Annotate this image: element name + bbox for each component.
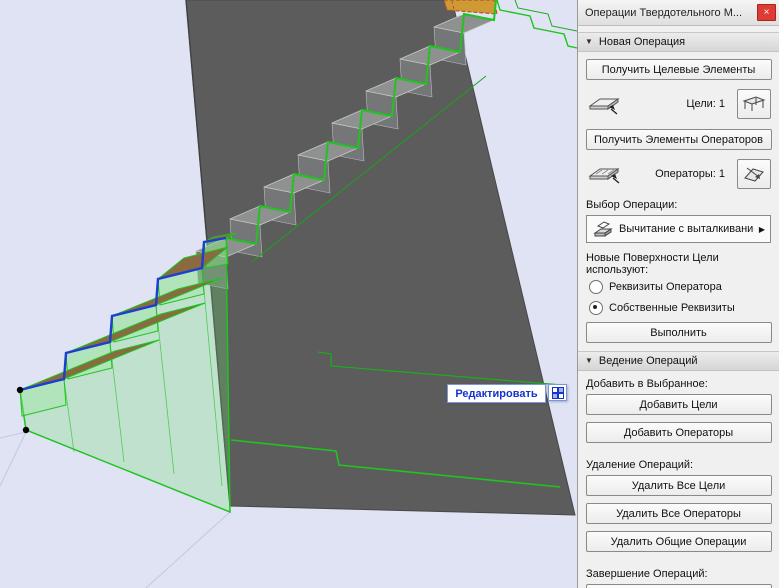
flyout-arrow-icon: [759, 225, 765, 234]
operation-value: Вычитание с выталкивание...: [619, 223, 754, 235]
section-label: Ведение Операций: [598, 355, 698, 367]
operators-row: Операторы: 1: [586, 157, 771, 191]
radio-circle-icon: [589, 280, 603, 294]
targets-icon: [586, 91, 630, 117]
add-to-selection-label: Добавить в Выбранное:: [586, 378, 708, 390]
radio-operator-attributes[interactable]: Реквизиты Оператора: [589, 280, 768, 294]
panel-content: Новая Операция Получить Целевые Элементы…: [578, 26, 779, 588]
radio-label: Собственные Реквизиты: [609, 302, 735, 314]
solid-operations-panel: Операции Твердотельного М... × Новая Опе…: [577, 0, 779, 588]
edit-tooltip: Редактировать: [447, 384, 567, 403]
radio-own-attributes[interactable]: Собственные Реквизиты: [589, 301, 768, 315]
subtract-extrusion-icon: [593, 221, 613, 237]
add-operators-button[interactable]: Добавить Операторы: [585, 422, 772, 443]
3d-scene[interactable]: [0, 0, 577, 588]
pick-operators-button[interactable]: [737, 159, 771, 189]
collapse-triangle-icon: [585, 38, 593, 46]
surfaces-usage-label: Новые Поверхности Цели используют:: [586, 252, 719, 276]
get-targets-button[interactable]: Получить Целевые Элементы: [585, 59, 772, 80]
3d-viewport[interactable]: Редактировать: [0, 0, 577, 588]
delete-all-operators-button[interactable]: Удалить Все Операторы: [585, 503, 772, 524]
targets-row: Цели: 1: [586, 87, 771, 121]
section-header-manage[interactable]: Ведение Операций: [578, 351, 779, 371]
choose-operation-label: Выбор Операции:: [586, 199, 678, 211]
panel-titlebar[interactable]: Операции Твердотельного М... ×: [578, 0, 779, 26]
edit-tooltip-label[interactable]: Редактировать: [447, 384, 546, 403]
targets-count: Цели: 1: [686, 98, 725, 110]
pick-targets-button[interactable]: [737, 89, 771, 119]
delete-all-targets-button[interactable]: Удалить Все Цели: [585, 475, 772, 496]
collapse-triangle-icon: [585, 357, 593, 365]
delete-common-operations-button[interactable]: Удалить Общие Операции: [585, 531, 772, 552]
panel-title: Операции Твердотельного М...: [585, 6, 743, 19]
archicad-window: Редактировать Операции Твердотельного М.…: [0, 0, 779, 588]
target-element-icon: [742, 96, 766, 111]
add-targets-button[interactable]: Добавить Цели: [585, 394, 772, 415]
operators-icon: [586, 161, 630, 187]
radio-circle-checked-icon: [589, 301, 603, 315]
operators-count: Операторы: 1: [655, 168, 725, 180]
delete-operations-label: Удаление Операций:: [586, 459, 694, 471]
operator-element-icon: [744, 167, 764, 182]
section-header-new-operation[interactable]: Новая Операция: [578, 32, 779, 52]
pet-palette-grid-icon: [551, 386, 564, 399]
get-operators-button[interactable]: Получить Элементы Операторов: [585, 129, 772, 150]
radio-label: Реквизиты Оператора: [609, 281, 722, 293]
convert-to-morphs-button[interactable]: Преобразовать в Морфы: [585, 584, 772, 588]
execute-button[interactable]: Выполнить: [585, 322, 772, 343]
finish-operations-label: Завершение Операций:: [586, 568, 708, 580]
operation-selector[interactable]: Вычитание с выталкивание...: [586, 215, 771, 243]
close-button[interactable]: ×: [757, 4, 776, 21]
pet-palette-button[interactable]: [548, 384, 567, 401]
section-label: Новая Операция: [598, 36, 686, 48]
